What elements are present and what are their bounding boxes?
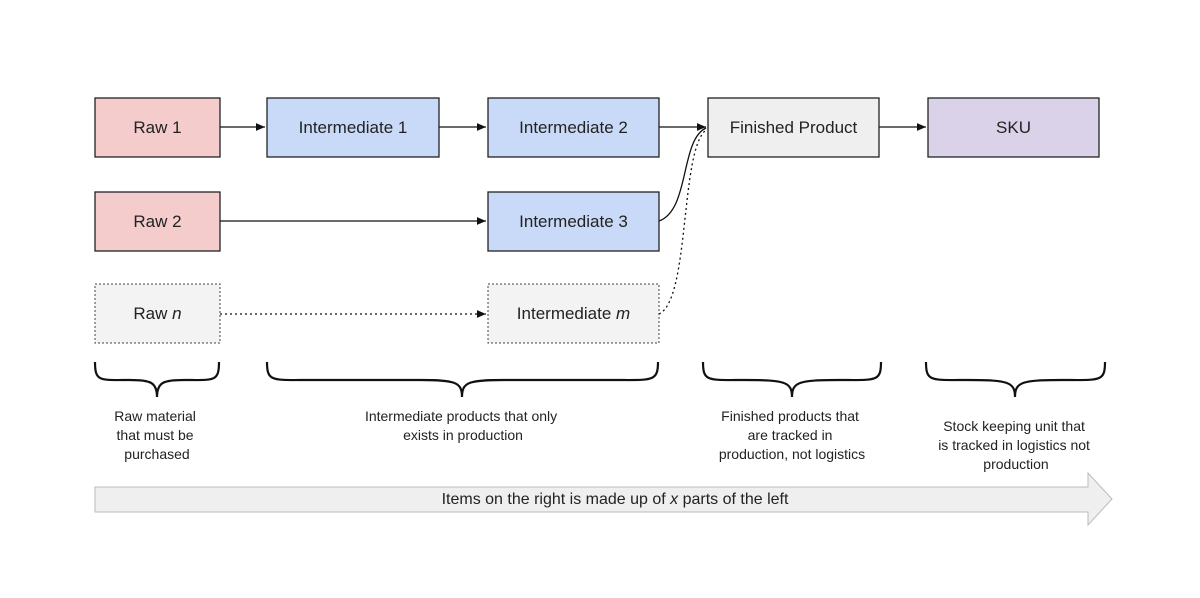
node-intermediate-m: Intermediate m	[487, 283, 660, 344]
node-label: Intermediate 1	[299, 118, 408, 137]
caption-sku: Stock keeping unit that is tracked in lo…	[938, 418, 1094, 472]
node-label: Raw n	[133, 304, 181, 323]
flow-arrow: Items on the right is made up of x parts…	[94, 471, 1113, 527]
caption-intermediate: Intermediate products that only exists i…	[365, 408, 561, 443]
caption-finished: Finished products that are tracked in pr…	[719, 408, 865, 462]
node-label: Intermediate 3	[519, 212, 628, 231]
node-label: Finished Product	[730, 118, 858, 137]
edge-intm-finished	[658, 129, 707, 315]
node-label: Intermediate m	[517, 304, 630, 323]
node-label: SKU	[996, 118, 1031, 137]
node-intermediate-2: Intermediate 2	[487, 97, 660, 158]
node-intermediate-1: Intermediate 1	[266, 97, 440, 158]
brace-intermediate	[265, 361, 660, 398]
bom-diagram: Raw 1 Intermediate 1 Intermediate 2 Fini…	[93, 97, 1113, 527]
brace-raw	[93, 361, 221, 398]
brace-sku	[924, 361, 1107, 398]
edge-int3-finished	[658, 127, 707, 222]
brace-finished	[701, 361, 883, 398]
node-raw-2: Raw 2	[94, 191, 221, 252]
node-label: Raw 2	[133, 212, 181, 231]
node-intermediate-3: Intermediate 3	[487, 191, 660, 252]
caption-raw: Raw material that must be purchased	[114, 408, 200, 462]
node-raw-1: Raw 1	[94, 97, 221, 158]
node-label: Intermediate 2	[519, 118, 628, 137]
node-raw-n: Raw n	[94, 283, 221, 344]
node-sku: SKU	[927, 97, 1100, 158]
node-finished-product: Finished Product	[707, 97, 880, 158]
node-label: Raw 1	[133, 118, 181, 137]
flow-arrow-label: Items on the right is made up of x parts…	[442, 491, 789, 508]
